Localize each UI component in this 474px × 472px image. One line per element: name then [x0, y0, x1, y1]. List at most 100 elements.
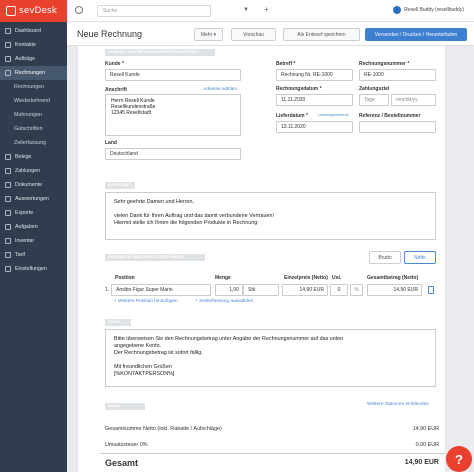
dashboard-icon — [5, 28, 11, 34]
rechnungsnummer-field[interactable]: RE-1000 — [359, 69, 436, 81]
sidebar-item-rechnungen-sub[interactable]: Rechnungen — [0, 80, 67, 94]
total-netto-row: Gesamtsumme Netto (inkl. Rabatte / Aufsc… — [100, 426, 445, 434]
sidebar-item-einstellungen[interactable]: Einstellungen — [0, 262, 67, 276]
leistungszeitraum-link[interactable]: Leistungszeitraum — [318, 113, 349, 117]
preview-button[interactable]: Vorschau — [231, 28, 276, 41]
sidebar-item-label: Zahlungen — [15, 168, 41, 174]
netto-toggle[interactable]: Netto — [404, 251, 436, 264]
lieferdatum-label: Lieferdatum * — [276, 113, 308, 119]
zahlungsziel-days[interactable]: Tage — [359, 94, 389, 106]
sidebar-item-label: Zeiterfassung — [14, 140, 47, 146]
referenz-label: Referenz / Bestellnummer — [359, 113, 421, 119]
sidebar-item-gutschriften-sub[interactable]: Gutschriften — [0, 122, 67, 136]
section-products: Produkte und Dienstleistungen — [105, 254, 205, 261]
sidebar-item-auswertungen[interactable]: Auswertungen — [0, 192, 67, 206]
orders-icon — [5, 56, 11, 62]
sidebar-item-label: Wiederkehrend — [14, 98, 50, 104]
zahlungsziel-date[interactable]: mm/dd/yy — [391, 94, 436, 106]
col-menge: Menge — [215, 275, 231, 281]
sidebar-item-zahlungen[interactable]: Zahlungen — [0, 164, 67, 178]
sidebar-nav: Dashboard Kontakte Aufträge Rechnungen Rechn… — [0, 22, 67, 276]
total-ust-value: 0,00 EUR — [415, 442, 439, 448]
col-gesamtbetrag: Gesamtbetrag (Netto) — [367, 275, 419, 281]
clock-icon[interactable] — [75, 6, 83, 14]
col-einzelpreis: Einzelpreis (Netto) — [284, 275, 328, 281]
help-button[interactable]: ? — [446, 446, 472, 472]
filter-icon[interactable]: ▼ — [243, 7, 249, 13]
user-name: Resell Buddy (resellbuddy) — [404, 7, 464, 13]
sidebar-item-inventar[interactable]: Inventar — [0, 234, 67, 248]
logo-icon — [6, 6, 16, 16]
gesamt-field[interactable]: 14,90 EUR — [367, 284, 422, 296]
sidebar-item-zeiterfassung-sub[interactable]: Zeiterfassung — [0, 136, 67, 150]
einzelpreis-field[interactable]: 14,90 EUR — [282, 284, 328, 296]
total-gesamt-value: 14,90 EUR — [404, 459, 439, 466]
brutto-toggle[interactable]: Brutto — [369, 251, 401, 264]
add-icon[interactable]: + — [264, 5, 269, 14]
anschrift-field[interactable]: Herrn Resell Kunde Resellkundenstraße 12… — [105, 94, 241, 136]
invoice-icon — [5, 70, 11, 76]
percent-icon: % — [350, 284, 363, 296]
sidebar-item-aufgaben[interactable]: Aufgaben — [0, 220, 67, 234]
einheit-select[interactable]: Stk — [243, 284, 279, 296]
sidebar-item-label: Dashboard — [15, 28, 41, 34]
totals-divider — [100, 453, 445, 454]
total-gesamt-label: Gesamt — [105, 458, 139, 468]
kunde-field[interactable]: Resell Kunde — [105, 69, 241, 81]
col-position: Position — [115, 275, 135, 281]
rechnungsdatum-field[interactable]: 11.11.2020 — [276, 94, 353, 106]
total-netto-label: Gesamtsumme Netto (inkl. Rabatte / Aufsc… — [105, 426, 222, 432]
more-button[interactable]: Mehr ▾ — [194, 28, 223, 41]
search-input[interactable]: Suche — [97, 5, 211, 17]
footer-text-editor[interactable]: Bitte überweisen Sie den Rechnungsbetrag… — [105, 329, 436, 387]
position-name-field[interactable]: Amiibo Figur Super Mario — [111, 284, 211, 296]
sidebar-item-label: Inventar — [15, 238, 35, 244]
send-button[interactable]: Versenden / Drucken / Herunterladen — [365, 28, 467, 41]
more-options-link[interactable]: Weitere Optionen einblenden — [367, 402, 429, 407]
sidebar-item-mahnungen-sub[interactable]: Mahnungen — [0, 108, 67, 122]
contacts-icon — [5, 42, 11, 48]
sidebar: sevDesk Dashboard Kontakte Aufträge Rechnun… — [0, 0, 67, 472]
sidebar-item-label: Aufträge — [15, 56, 36, 62]
lieferdatum-field[interactable]: 13.11.2020 — [276, 121, 353, 133]
inventory-icon — [5, 238, 11, 244]
betreff-field[interactable]: Rechnung Nr. RE-1000 — [276, 69, 353, 81]
sidebar-item-tarif[interactable]: Tarif — [0, 248, 67, 262]
save-draft-button[interactable]: Als Entwurf speichern — [283, 28, 360, 41]
sidebar-item-label: Gutschriften — [14, 126, 43, 132]
sidebar-item-dashboard[interactable]: Dashboard — [0, 24, 67, 38]
sidebar-item-rechnungen[interactable]: Rechnungen — [0, 66, 67, 80]
export-icon — [5, 210, 11, 216]
section-more-options: Mehr Optionen — [105, 403, 145, 415]
sidebar-item-label: Mahnungen — [14, 112, 42, 118]
sidebar-item-label: Aufgaben — [15, 224, 38, 230]
rechnungsdatum-label: Rechnungsdatum * — [276, 86, 322, 92]
user-menu[interactable]: Resell Buddy (resellbuddy) — [393, 6, 464, 14]
sidebar-item-belege[interactable]: Belege — [0, 150, 67, 164]
add-position-link[interactable]: + Weitere Position hinzufügen — [114, 299, 178, 304]
delete-icon[interactable] — [428, 286, 434, 294]
tariff-icon — [5, 252, 11, 258]
sidebar-item-label: Rechnungen — [14, 84, 45, 90]
ust-field[interactable]: 0 — [330, 284, 348, 296]
sidebar-item-dokumente[interactable]: Dokumente — [0, 178, 67, 192]
land-select[interactable]: Deutschland — [105, 148, 241, 160]
sidebar-item-exporte[interactable]: Exporte — [0, 206, 67, 220]
add-text-link[interactable]: + Zeilenfassung auswählen — [195, 299, 253, 304]
avatar — [393, 6, 402, 14]
menge-field[interactable]: 1,00 — [215, 284, 243, 296]
total-gesamt-row: Gesamt 14,90 EUR — [100, 458, 445, 472]
adresse-waehlen-link[interactable]: Adresse wählen — [203, 87, 237, 92]
sidebar-item-aufträge[interactable]: Aufträge — [0, 52, 67, 66]
total-ust-label: Umsatzsteuer 0% — [105, 442, 148, 448]
sidebar-item-kontakte[interactable]: Kontakte — [0, 38, 67, 52]
section-header-text: Kopf-Text — [105, 182, 135, 189]
sidebar-item-wiederkehrend-sub[interactable]: Wiederkehrend — [0, 94, 67, 108]
preview-label: Vorschau — [243, 31, 264, 38]
referenz-field[interactable] — [359, 121, 436, 133]
betreff-label: Betreff * — [276, 61, 296, 67]
brand-logo[interactable]: sevDesk — [0, 0, 67, 22]
sidebar-item-label: Kontakte — [15, 42, 36, 48]
header-text-editor[interactable]: Sehr geehrte Damen und Herren, vielen Da… — [105, 192, 436, 240]
sidebar-item-label: Exporte — [15, 210, 34, 216]
